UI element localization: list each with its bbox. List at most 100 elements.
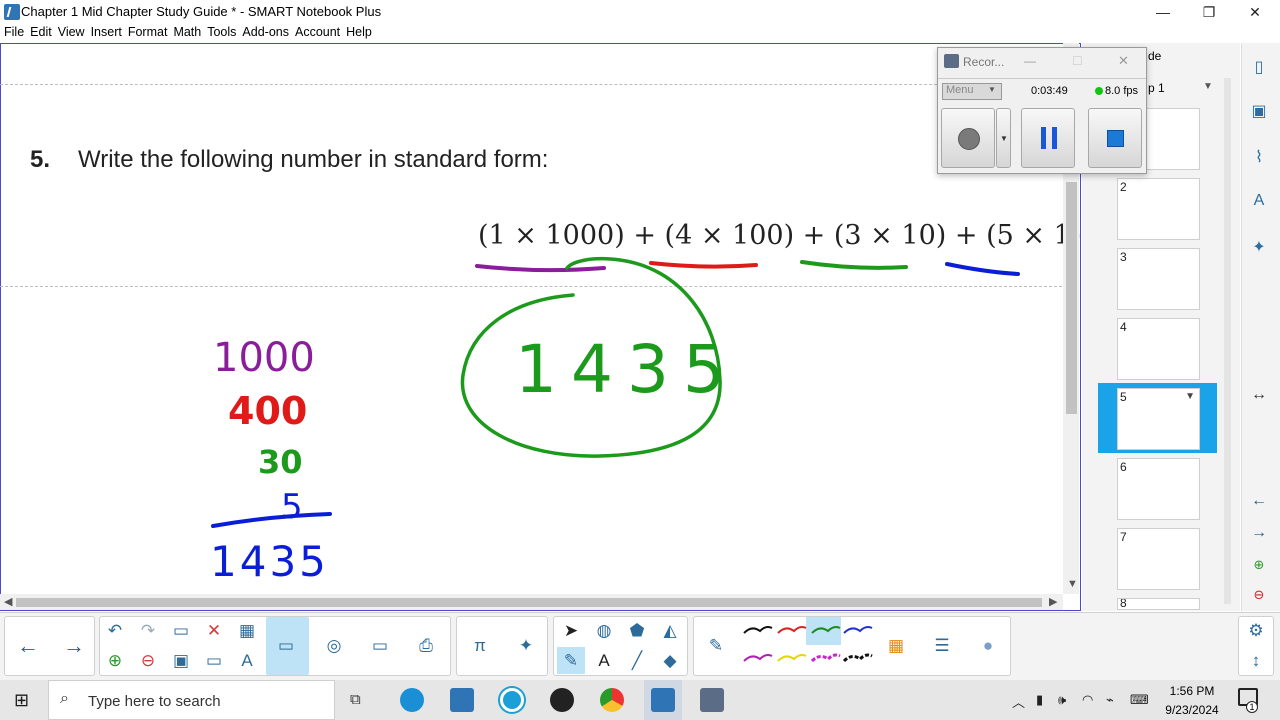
taskbar-clock-time[interactable]: 1:56 PM <box>1169 684 1215 698</box>
page-sorter-icon[interactable]: ▯ <box>1244 52 1274 82</box>
green-underline <box>800 260 908 270</box>
restore-button[interactable]: ❐ <box>1186 0 1232 24</box>
open-file-icon[interactable]: ▭ <box>167 617 195 645</box>
fill-icon[interactable]: ◭ <box>656 617 684 645</box>
recorder-menu-chevron-icon[interactable]: ▼ <box>988 85 996 94</box>
add-page-icon[interactable]: ⊕ <box>1244 550 1274 580</box>
pen-type-icon[interactable]: ✎ <box>702 632 730 660</box>
notification-count-badge: 1 <box>1246 701 1258 713</box>
record-options-button[interactable]: ▼ <box>996 108 1011 168</box>
sum-handwriting: 1435 <box>210 537 329 586</box>
addend-5: 5 <box>281 487 303 527</box>
pause-button[interactable] <box>1021 108 1075 168</box>
recorder-maximize-button[interactable]: ☐ <box>1072 54 1083 68</box>
text-format-icon[interactable]: A <box>233 647 261 675</box>
settings-gear-icon[interactable]: ⚙ <box>1242 617 1270 645</box>
page-thumbnail-6[interactable]: 6 <box>1117 458 1200 520</box>
page-thumbnail-4[interactable]: 4 <box>1117 318 1200 380</box>
handwriting-ink-layer: 1435 1000 400 30 5 1435 <box>210 256 1020 586</box>
display-icon[interactable]: ▭ <box>272 632 300 660</box>
tray-overflow-icon[interactable]: ︿ <box>1012 692 1025 711</box>
scroll-right-icon[interactable]: ▶ <box>1049 595 1057 608</box>
shapes-icon[interactable]: ◍ <box>590 617 618 645</box>
panel-scrollbar[interactable] <box>1224 78 1231 604</box>
edge-browser-icon[interactable] <box>400 688 424 712</box>
properties-icon[interactable]: A <box>1244 186 1274 216</box>
taskbar-search-placeholder: Type here to search <box>88 693 221 710</box>
keyboard-icon[interactable]: ⌨ <box>1130 692 1149 708</box>
page-thumbnail-8[interactable]: 8 <box>1117 598 1200 610</box>
screen-capture-icon[interactable]: ◎ <box>320 632 348 660</box>
next-page-button[interactable]: → <box>60 632 88 660</box>
recorder-app-icon <box>944 54 959 68</box>
eraser-icon[interactable]: ◆ <box>656 647 684 675</box>
attachments-icon[interactable]: ⌇ <box>1244 142 1274 172</box>
pen-color-palette[interactable] <box>738 617 878 677</box>
page-thumbnail-3[interactable]: 3 <box>1117 248 1200 310</box>
save-icon[interactable]: ▣ <box>167 647 195 675</box>
undo-icon[interactable]: ↶ <box>101 617 129 645</box>
delete-icon[interactable]: ✕ <box>200 617 228 645</box>
resize-panel-icon[interactable]: ↔ <box>1244 380 1274 410</box>
record-button[interactable] <box>941 108 995 168</box>
windows-start-icon[interactable]: ⊞ <box>14 690 29 711</box>
recorder-taskbar-icon[interactable] <box>700 688 724 712</box>
screencast-app-icon[interactable] <box>500 688 524 712</box>
addend-400: 400 <box>228 389 307 433</box>
wifi-icon[interactable]: ◠ <box>1082 692 1093 708</box>
pause-icon <box>1041 127 1057 149</box>
pens-icon[interactable]: ✎ <box>557 647 585 675</box>
minimize-button[interactable]: — <box>1140 0 1186 24</box>
addons-icon[interactable]: ✦ <box>1244 232 1274 262</box>
page-thumbnail-5[interactable]: 5 ▼ <box>1117 388 1200 450</box>
recorder-close-button[interactable]: ✕ <box>1118 53 1129 69</box>
smart-notebook-taskbar-icon[interactable] <box>450 688 474 712</box>
scroll-down-icon[interactable]: ▼ <box>1067 578 1078 590</box>
effects-icon[interactable]: ● <box>974 632 1002 660</box>
move-toolbar-icon[interactable]: ↕ <box>1242 647 1270 675</box>
addon-puzzle-icon[interactable]: ✦ <box>512 632 540 660</box>
stop-button[interactable] <box>1088 108 1142 168</box>
recorder-divider <box>938 78 1146 79</box>
table-icon[interactable]: ▦ <box>233 617 261 645</box>
text-icon[interactable]: A <box>590 647 618 675</box>
recorder-minimize-button[interactable]: — <box>1024 54 1036 68</box>
purple-underline <box>475 264 606 273</box>
group-dropdown-icon[interactable]: ▼ <box>1203 81 1213 92</box>
redo-icon[interactable]: ↷ <box>134 617 162 645</box>
gallery-icon[interactable]: ▣ <box>1244 96 1274 126</box>
vertical-scroll-thumb[interactable] <box>1066 182 1077 414</box>
screen-shade-icon[interactable]: ▭ <box>200 647 228 675</box>
eraser-shape-icon[interactable]: ⬟ <box>623 617 651 645</box>
camera-icon[interactable]: ▭ <box>366 632 394 660</box>
smart-notebook-active-icon[interactable] <box>651 688 675 712</box>
previous-page-icon[interactable]: ← <box>1244 486 1274 516</box>
delete-page-button-icon[interactable]: ⊖ <box>134 647 162 675</box>
delete-page-icon[interactable]: ⊖ <box>1244 580 1274 610</box>
chrome-browser-icon[interactable] <box>600 688 624 712</box>
power-icon[interactable]: ⌁ <box>1106 692 1114 708</box>
search-icon: ⌕ <box>60 690 69 707</box>
scroll-left-icon[interactable]: ◀ <box>4 595 12 608</box>
page-thumbnail-2[interactable]: 2 <box>1117 178 1200 240</box>
taskbar-clock-date[interactable]: 9/23/2024 <box>1161 703 1223 717</box>
addend-1000: 1000 <box>213 335 315 381</box>
microphone-icon[interactable]: ▮ <box>1036 692 1043 708</box>
answer-handwriting: 1435 <box>515 331 739 408</box>
add-page-button-icon[interactable]: ⊕ <box>101 647 129 675</box>
pen-app-icon[interactable] <box>550 688 574 712</box>
line-icon[interactable]: ╱ <box>623 647 651 675</box>
document-camera-icon[interactable]: ⎙ <box>412 632 440 660</box>
color-picker-icon[interactable]: ▦ <box>882 632 910 660</box>
close-button[interactable]: ✕ <box>1232 0 1278 24</box>
select-icon[interactable]: ➤ <box>557 617 585 645</box>
stop-icon <box>1107 130 1124 147</box>
task-view-icon[interactable]: ⧉ <box>350 691 361 708</box>
previous-page-button[interactable]: ← <box>14 632 42 660</box>
volume-icon[interactable]: 🕪 <box>1058 692 1066 708</box>
horizontal-scroll-thumb[interactable] <box>16 598 1042 607</box>
line-style-icon[interactable]: ☰ <box>928 632 956 660</box>
math-tools-icon[interactable]: π <box>466 632 494 660</box>
page-thumbnail-7[interactable]: 7 <box>1117 528 1200 590</box>
next-page-icon[interactable]: → <box>1244 518 1274 548</box>
